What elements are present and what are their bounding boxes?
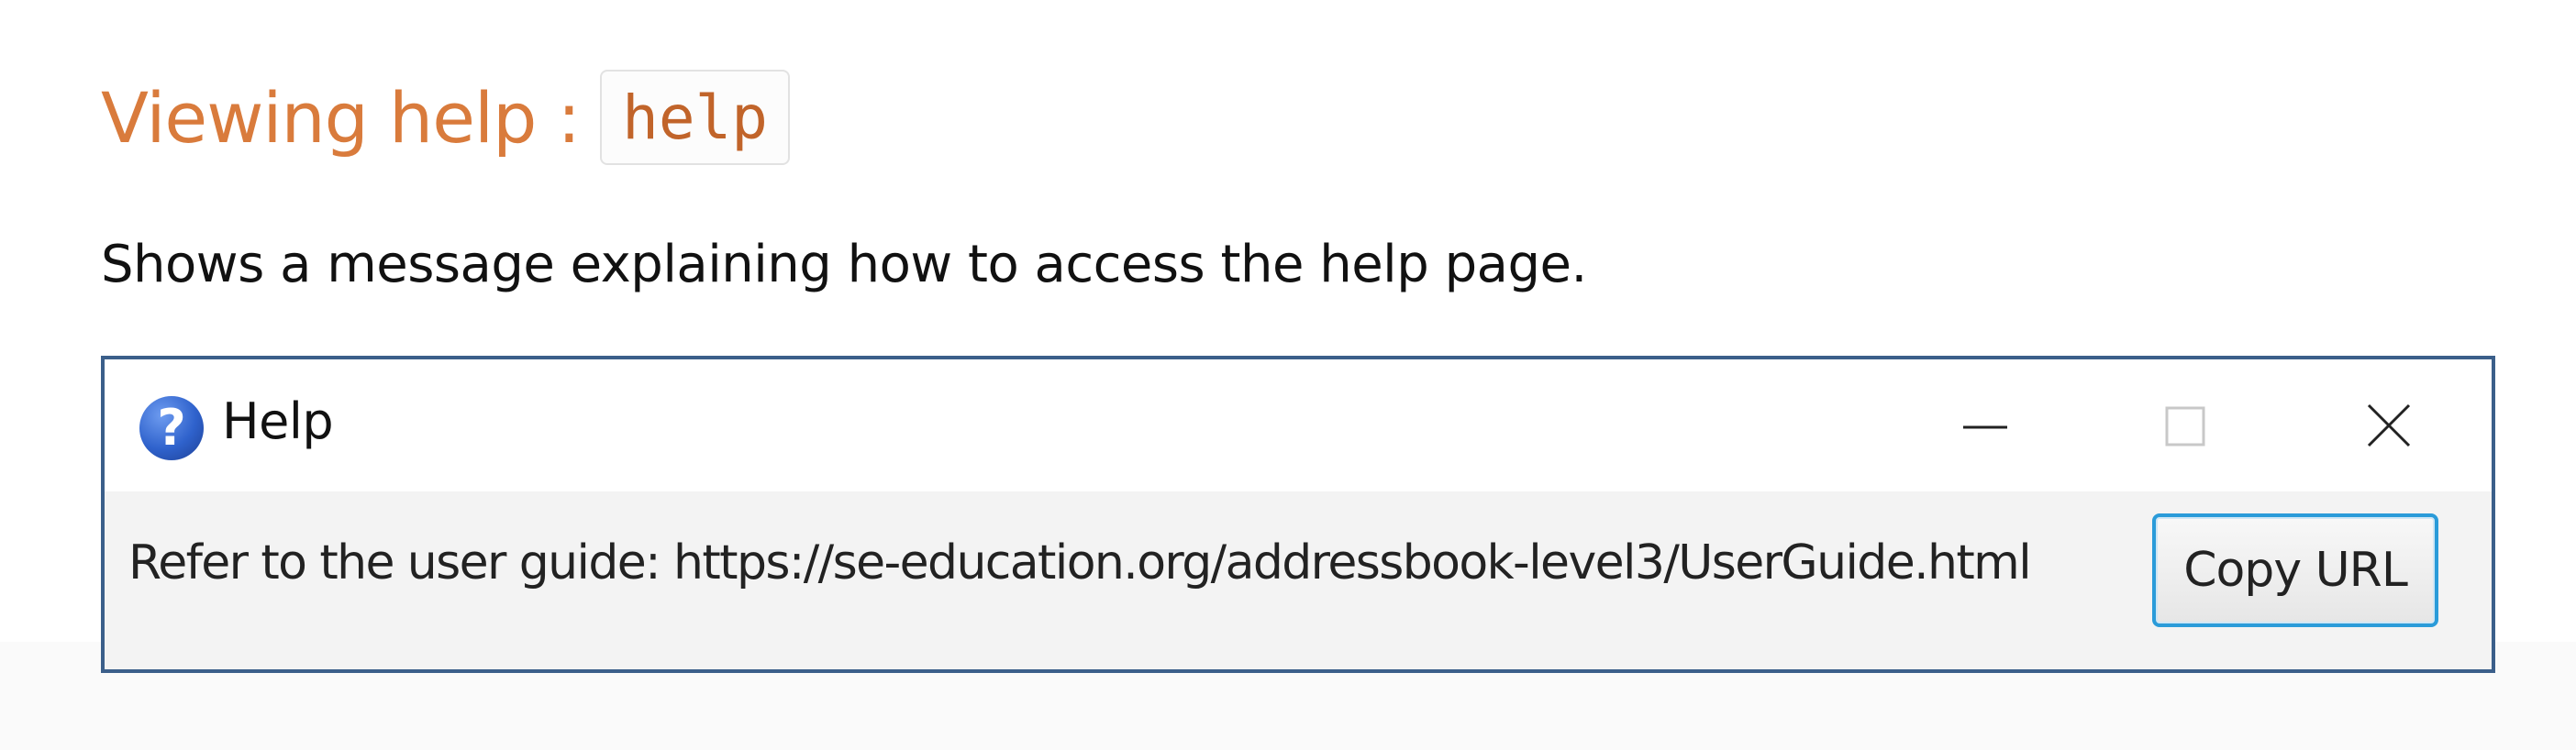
user-guide-message: Refer to the user guide: https://se-educ…	[128, 535, 2032, 590]
window-content: Refer to the user guide: https://se-educ…	[105, 491, 2492, 669]
heading-command-code: help	[600, 70, 791, 165]
close-icon	[2367, 403, 2411, 447]
heading-text: Viewing help :	[101, 76, 581, 159]
section-description: Shows a message explaining how to access…	[101, 235, 1587, 294]
close-button[interactable]	[2343, 387, 2435, 468]
maximize-button[interactable]	[2139, 387, 2231, 468]
minimize-button[interactable]	[1939, 387, 2031, 468]
question-mark-icon: ?	[139, 396, 204, 460]
section-heading: Viewing help : help	[101, 66, 791, 169]
maximize-icon	[2165, 406, 2205, 447]
window-title: Help	[222, 392, 334, 450]
minimize-icon	[1963, 425, 2007, 429]
window-titlebar[interactable]: ? Help	[105, 359, 2492, 491]
copy-url-button[interactable]: Copy URL	[2152, 513, 2438, 627]
help-window: ? Help Refer to the user guide: https://…	[101, 356, 2495, 673]
